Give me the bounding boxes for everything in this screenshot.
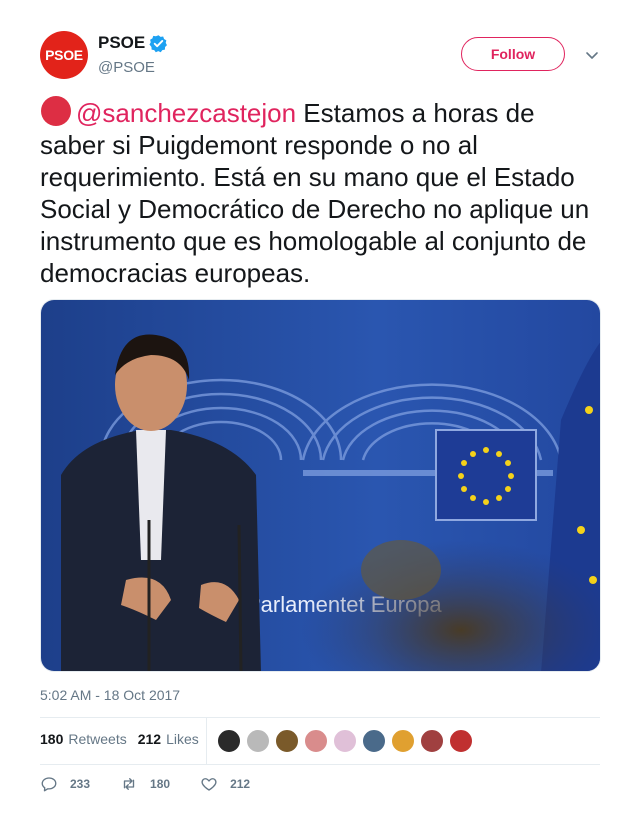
- divider: [40, 764, 600, 765]
- eu-flag-icon: [435, 429, 537, 521]
- verified-badge-icon: [149, 34, 168, 52]
- avatar-logo-text: PSOE: [45, 47, 83, 63]
- retweet-count: 180: [150, 777, 171, 791]
- like-count: 212: [230, 777, 251, 791]
- reply-button[interactable]: 233: [40, 775, 120, 793]
- chevron-down-icon[interactable]: [584, 47, 600, 63]
- retweet-button[interactable]: 180: [120, 775, 200, 793]
- reply-count: 233: [70, 777, 91, 791]
- display-name[interactable]: PSOE: [98, 33, 145, 53]
- follow-button[interactable]: Follow: [461, 37, 565, 71]
- liker-avatar[interactable]: [304, 729, 328, 753]
- photo-illustration: Parlamentet Europa: [41, 300, 600, 671]
- retweet-icon: [123, 778, 135, 790]
- retweets-label[interactable]: Retweets: [68, 731, 126, 747]
- likes-count[interactable]: 212: [138, 731, 161, 747]
- liker-avatar[interactable]: [333, 729, 357, 753]
- likers-avatars: [217, 729, 478, 753]
- liker-avatar[interactable]: [362, 729, 386, 753]
- tweet-card: PSOE PSOE @PSOE Follow @sanchezcastejon …: [0, 0, 640, 826]
- likes-label[interactable]: Likes: [166, 731, 199, 747]
- avatar[interactable]: PSOE: [40, 31, 88, 79]
- liker-avatar[interactable]: [246, 729, 270, 753]
- liker-avatar[interactable]: [217, 729, 241, 753]
- red-circle-emoji-icon: [41, 96, 71, 126]
- stats-separator: [206, 718, 207, 764]
- author-handle[interactable]: @PSOE: [98, 59, 155, 76]
- liker-avatar[interactable]: [420, 729, 444, 753]
- heart-icon: [201, 778, 217, 791]
- reply-icon: [41, 777, 57, 792]
- liker-avatar[interactable]: [391, 729, 415, 753]
- like-button[interactable]: 212: [200, 775, 280, 793]
- tweet-actions: 233 180 212: [40, 775, 280, 793]
- engagement-stats: 180 Retweets 212 Likes: [40, 731, 199, 747]
- tweet-timestamp[interactable]: 5:02 AM - 18 Oct 2017: [40, 687, 180, 703]
- liker-avatar[interactable]: [449, 729, 473, 753]
- tweet-media-photo[interactable]: Parlamentet Europa: [40, 299, 601, 672]
- tweet-text: @sanchezcastejon Estamos a horas de sabe…: [40, 95, 600, 289]
- divider: [40, 717, 600, 718]
- mention-link[interactable]: @sanchezcastejon: [76, 98, 296, 128]
- author-name-row: PSOE: [98, 33, 168, 53]
- retweets-count[interactable]: 180: [40, 731, 63, 747]
- liker-avatar[interactable]: [275, 729, 299, 753]
